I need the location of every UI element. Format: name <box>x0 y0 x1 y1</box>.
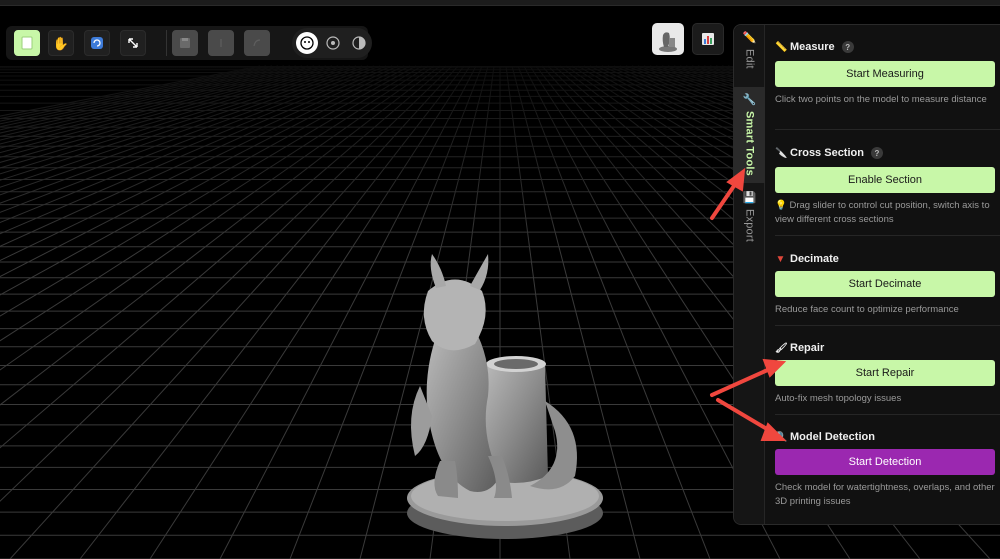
view-mode-group <box>292 28 372 58</box>
cross-section-title: 🔪 Cross Section ? <box>775 147 883 159</box>
ruler-icon: 📏 <box>775 41 788 53</box>
measure-title: 📏 Measure ? <box>775 41 854 53</box>
magnifier-icon: 🔍 <box>775 431 788 443</box>
tab-export[interactable]: 💾 Export <box>734 191 765 261</box>
cross-section-desc-text: Drag slider to control cut position, swi… <box>775 200 990 225</box>
select-tool-button[interactable] <box>14 30 40 56</box>
statistics-button[interactable] <box>692 23 724 55</box>
smart-tools-content: 📏 Measure ? Start Measuring Click two po… <box>775 25 1000 524</box>
panel-tab-rail: ✏️ Edit 🔧 Smart Tools 💾 Export <box>734 25 765 524</box>
resize-icon <box>128 38 138 48</box>
knife-icon: 🔪 <box>775 147 788 159</box>
repair-title-text: Repair <box>790 342 825 354</box>
cross-section-title-text: Cross Section <box>790 147 864 159</box>
brush-icon: 🖌 <box>775 342 788 354</box>
model-detection-title: 🔍 Model Detection <box>775 431 875 443</box>
decimate-title-text: Decimate <box>790 253 839 265</box>
section-divider <box>775 129 1000 130</box>
solid-view-icon <box>300 36 314 50</box>
redo-icon <box>253 39 261 47</box>
repair-title: 🖌 Repair <box>775 342 824 354</box>
decimate-title: ▼ Decimate <box>775 253 839 265</box>
dragon-thumbnail-icon <box>659 32 677 52</box>
undo-button[interactable] <box>208 30 234 56</box>
tools-panel: ✏️ Edit 🔧 Smart Tools 💾 Export 📏 Measure… <box>733 24 1000 525</box>
model-detection-description: Check model for watertightness, overlaps… <box>775 482 995 507</box>
scale-tool-button[interactable] <box>120 30 146 56</box>
save-icon <box>180 38 190 48</box>
section-divider <box>775 414 1000 415</box>
wrench-icon: 🔧 <box>742 94 757 106</box>
lightbulb-icon: 💡 <box>775 200 787 211</box>
floppy-icon: 💾 <box>742 192 757 204</box>
triangle-down-icon: ▼ <box>775 253 786 265</box>
start-repair-button[interactable]: Start Repair <box>775 360 995 386</box>
hand-icon: ✋ <box>52 35 70 51</box>
solid-view-button[interactable] <box>296 32 318 54</box>
start-detection-button[interactable]: Start Detection <box>775 449 995 475</box>
half-view-button[interactable] <box>348 32 370 54</box>
enable-section-button[interactable]: Enable Section <box>775 167 995 193</box>
undo-icon <box>220 39 222 47</box>
decimate-description: Reduce face count to optimize performanc… <box>775 304 959 315</box>
bar-chart-icon <box>702 33 714 45</box>
redo-button[interactable] <box>244 30 270 56</box>
section-divider <box>775 325 1000 326</box>
main-toolbar: ✋ <box>6 26 372 60</box>
rotate-tool-button[interactable] <box>84 30 110 56</box>
tab-edit[interactable]: ✏️ Edit <box>734 31 765 91</box>
section-divider <box>775 235 1000 236</box>
rotate-icon <box>91 37 103 49</box>
wireframe-view-button[interactable] <box>322 32 344 54</box>
save-button[interactable] <box>172 30 198 56</box>
tab-smart-tools[interactable]: 🔧 Smart Tools <box>734 87 765 183</box>
select-icon <box>21 36 33 50</box>
cross-section-help-icon[interactable]: ? <box>870 147 883 159</box>
repair-description: Auto-fix mesh topology issues <box>775 393 902 404</box>
measure-help-icon[interactable]: ? <box>841 41 854 53</box>
measure-description: Click two points on the model to measure… <box>775 94 987 105</box>
model-thumbnail-button[interactable] <box>652 23 684 55</box>
start-decimate-button[interactable]: Start Decimate <box>775 271 995 297</box>
start-measuring-button[interactable]: Start Measuring <box>775 61 995 87</box>
pencil-icon: ✏️ <box>742 32 757 44</box>
model-detection-title-text: Model Detection <box>790 431 875 443</box>
measure-title-text: Measure <box>790 41 835 53</box>
toolbar-divider <box>166 30 167 56</box>
tab-edit-label: Edit <box>743 49 756 69</box>
tab-smart-tools-label: Smart Tools <box>743 111 756 176</box>
pan-tool-button[interactable]: ✋ <box>48 30 74 56</box>
half-view-icon <box>352 36 366 50</box>
wireframe-view-icon <box>326 36 340 50</box>
tab-export-label: Export <box>743 209 756 242</box>
cross-section-description: 💡 Drag slider to control cut position, s… <box>775 199 997 227</box>
